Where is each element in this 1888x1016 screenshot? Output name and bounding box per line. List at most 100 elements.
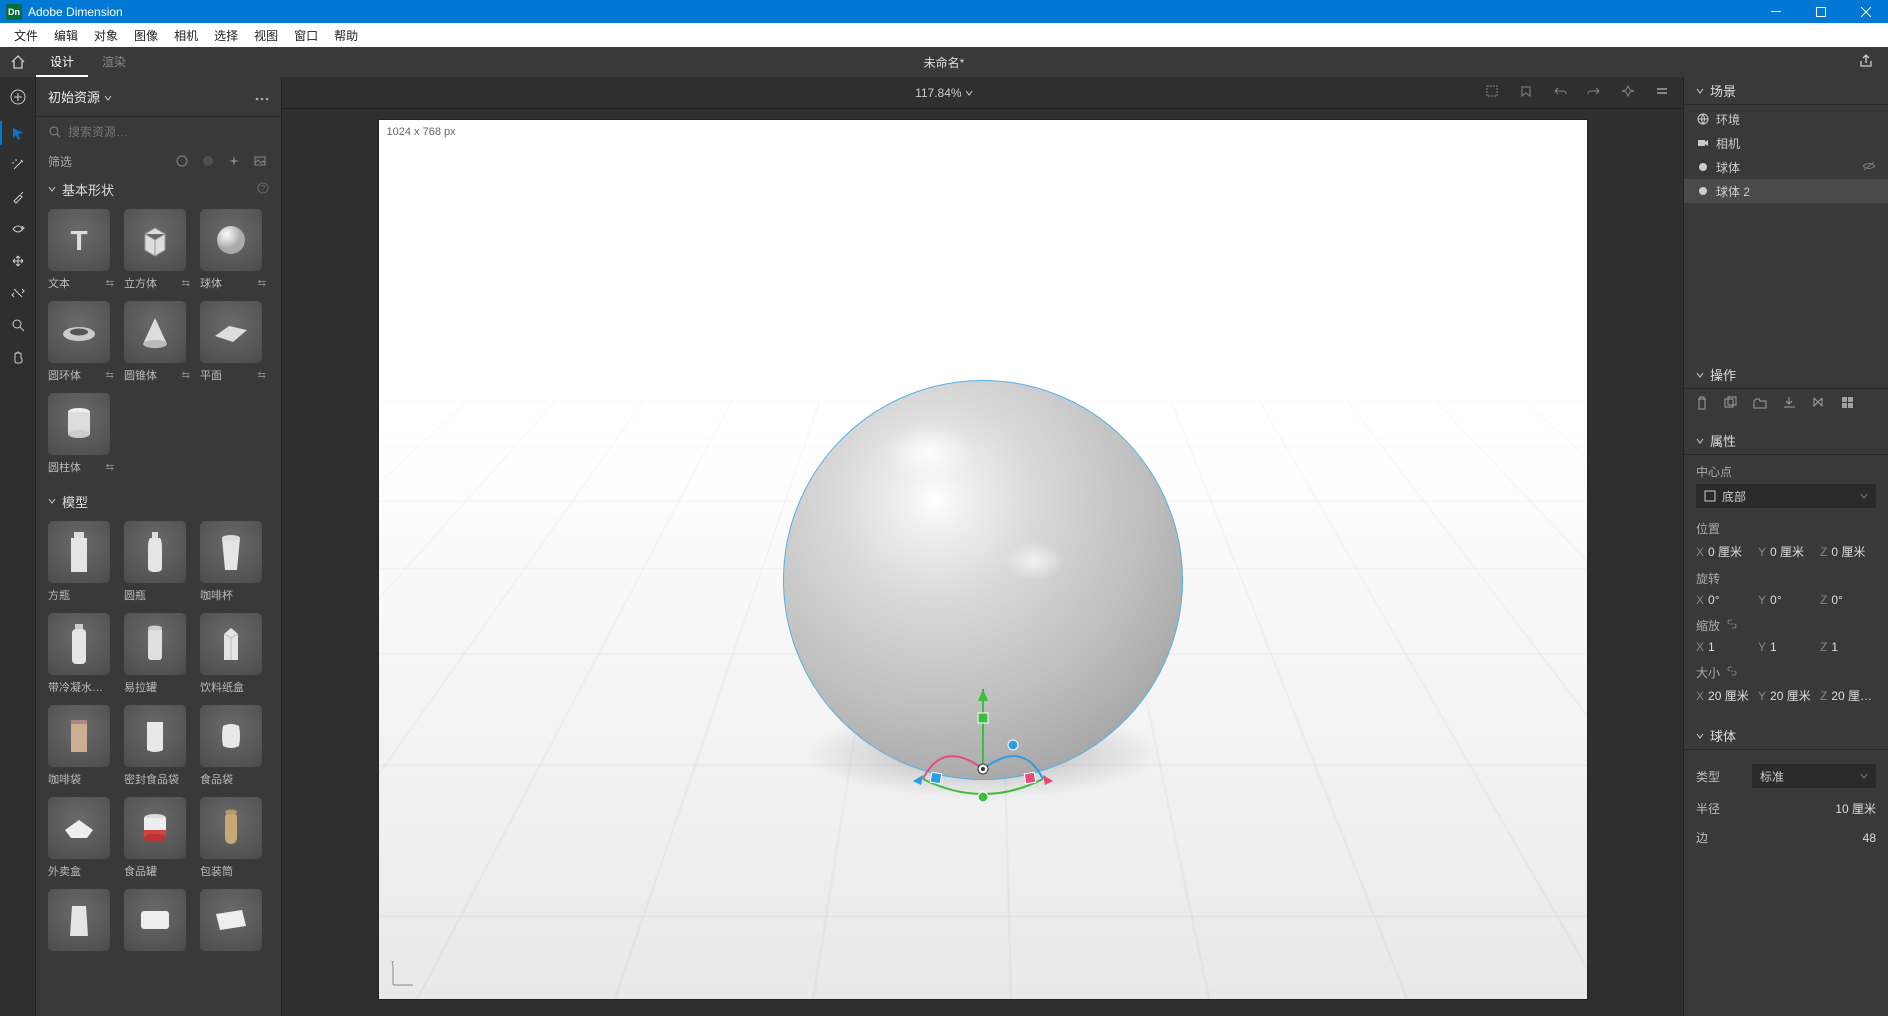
menu-edit[interactable]: 编辑 bbox=[46, 27, 86, 44]
menu-help[interactable]: 帮助 bbox=[326, 27, 366, 44]
type-select[interactable]: 标准 bbox=[1752, 764, 1876, 788]
canvas-size-icon[interactable] bbox=[1485, 84, 1499, 101]
dolly-tool[interactable] bbox=[0, 277, 36, 309]
scale-z[interactable]: Z1 bbox=[1820, 640, 1876, 654]
asset-cube[interactable]: 立方体⇆ bbox=[124, 209, 190, 291]
canvas[interactable]: 1024 x 768 px bbox=[378, 119, 1588, 1000]
rotation-y[interactable]: Y0° bbox=[1758, 593, 1814, 607]
redo-icon[interactable] bbox=[1587, 84, 1601, 101]
delete-icon[interactable] bbox=[1696, 396, 1708, 413]
scene-item-sphere-2[interactable]: 球体 2 bbox=[1684, 179, 1888, 203]
asset-sphere[interactable]: 球体⇆ bbox=[200, 209, 266, 291]
position-y[interactable]: Y0 厘米 bbox=[1758, 543, 1814, 560]
asset-cone[interactable]: 圆锥体⇆ bbox=[124, 301, 190, 383]
undo-icon[interactable] bbox=[1553, 84, 1567, 101]
filter-lights-icon[interactable] bbox=[225, 152, 243, 170]
asset-cylinder[interactable]: 圆柱体⇆ bbox=[48, 393, 114, 475]
menu-window[interactable]: 窗口 bbox=[286, 27, 326, 44]
menu-select[interactable]: 选择 bbox=[206, 27, 246, 44]
section-basic-shapes[interactable]: 基本形状 ? bbox=[36, 175, 281, 203]
asset-text[interactable]: T文本⇆ bbox=[48, 209, 114, 291]
tab-render[interactable]: 渲染 bbox=[88, 47, 140, 77]
asset-plane[interactable]: 平面⇆ bbox=[200, 301, 266, 383]
actions-panel-header[interactable]: 操作 bbox=[1684, 361, 1888, 389]
assets-menu-icon[interactable] bbox=[255, 90, 269, 104]
assets-source-dropdown[interactable]: 初始资源 bbox=[48, 87, 255, 106]
sampler-tool[interactable] bbox=[0, 181, 36, 213]
menu-file[interactable]: 文件 bbox=[6, 27, 46, 44]
size-x[interactable]: X20 厘米 bbox=[1696, 687, 1752, 704]
filter-models-icon[interactable] bbox=[199, 152, 217, 170]
maximize-button[interactable] bbox=[1798, 0, 1843, 23]
render-settings-icon[interactable] bbox=[1655, 84, 1669, 101]
filter-materials-icon[interactable] bbox=[173, 152, 191, 170]
asset-torus[interactable]: 圆环体⇆ bbox=[48, 301, 114, 383]
asset-sealed-bag[interactable]: 密封食品袋 bbox=[124, 705, 190, 787]
properties-panel-header[interactable]: 属性 bbox=[1684, 427, 1888, 455]
asset-takeout-box[interactable]: 外卖盒 bbox=[48, 797, 114, 879]
asset-extra-2[interactable] bbox=[124, 889, 190, 951]
asset-extra-1[interactable] bbox=[48, 889, 114, 951]
scene-item-environment[interactable]: 环境 bbox=[1684, 107, 1888, 131]
minimize-button[interactable] bbox=[1753, 0, 1798, 23]
move-to-ground-icon[interactable] bbox=[1812, 396, 1825, 412]
sphere-section-header[interactable]: 球体 bbox=[1684, 722, 1888, 750]
scene-item-sphere-1[interactable]: 球体 bbox=[1684, 155, 1888, 179]
render-preview-icon[interactable] bbox=[1621, 84, 1635, 101]
position-x[interactable]: X0 厘米 bbox=[1696, 543, 1752, 560]
position-z[interactable]: Z0 厘米 bbox=[1820, 543, 1876, 560]
rotation-x[interactable]: X0° bbox=[1696, 593, 1752, 607]
asset-cold-bottle[interactable]: 带冷凝水… bbox=[48, 613, 114, 695]
scene-item-camera[interactable]: 相机 bbox=[1684, 131, 1888, 155]
asset-round-bottle[interactable]: 圆瓶 bbox=[124, 521, 190, 603]
asset-carton[interactable]: 饮料纸盒 bbox=[200, 613, 266, 695]
menu-image[interactable]: 图像 bbox=[126, 27, 166, 44]
svg-text:Y: Y bbox=[390, 961, 396, 967]
home-button[interactable] bbox=[0, 47, 36, 77]
asset-food-can[interactable]: 食品罐 bbox=[124, 797, 190, 879]
asset-square-bottle[interactable]: 方瓶 bbox=[48, 521, 114, 603]
link-scale-icon[interactable] bbox=[1726, 618, 1738, 633]
asset-extra-3[interactable] bbox=[200, 889, 266, 951]
group-icon[interactable] bbox=[1753, 397, 1767, 412]
radius-value[interactable]: 10 厘米 bbox=[1726, 800, 1876, 817]
menu-view[interactable]: 视图 bbox=[246, 27, 286, 44]
menu-object[interactable]: 对象 bbox=[86, 27, 126, 44]
share-icon[interactable] bbox=[1858, 58, 1874, 72]
tab-design[interactable]: 设计 bbox=[36, 47, 88, 77]
magic-wand-tool[interactable] bbox=[0, 149, 36, 181]
asset-food-bag[interactable]: 食品袋 bbox=[200, 705, 266, 787]
scene-panel-header[interactable]: 场景 bbox=[1684, 77, 1888, 105]
rotation-z[interactable]: Z0° bbox=[1820, 593, 1876, 607]
asset-coffee-bag[interactable]: 咖啡袋 bbox=[48, 705, 114, 787]
add-content-button[interactable] bbox=[0, 77, 36, 117]
orbit-tool[interactable] bbox=[0, 213, 36, 245]
close-button[interactable] bbox=[1843, 0, 1888, 23]
select-tool[interactable] bbox=[0, 117, 36, 149]
section-models[interactable]: 模型 bbox=[36, 487, 281, 515]
help-icon[interactable]: ? bbox=[257, 182, 269, 197]
link-size-icon[interactable] bbox=[1726, 665, 1738, 680]
transform-gizmo[interactable] bbox=[893, 669, 1073, 809]
search-input[interactable] bbox=[68, 125, 269, 139]
size-y[interactable]: Y20 厘米 bbox=[1758, 687, 1814, 704]
size-z[interactable]: Z20 厘… bbox=[1820, 687, 1876, 704]
hand-tool[interactable] bbox=[0, 341, 36, 373]
align-to-ground-icon[interactable] bbox=[1783, 396, 1796, 412]
visibility-icon[interactable] bbox=[1862, 160, 1876, 174]
segments-value[interactable]: 48 bbox=[1714, 831, 1876, 845]
duplicate-icon[interactable] bbox=[1724, 396, 1737, 412]
zoom-display[interactable]: 117.84% bbox=[915, 86, 973, 100]
pan-tool[interactable] bbox=[0, 245, 36, 277]
filter-images-icon[interactable] bbox=[251, 152, 269, 170]
asset-coffee-cup[interactable]: 咖啡杯 bbox=[200, 521, 266, 603]
scale-y[interactable]: Y1 bbox=[1758, 640, 1814, 654]
pivot-select[interactable]: 底部 bbox=[1696, 484, 1876, 508]
asset-can[interactable]: 易拉罐 bbox=[124, 613, 190, 695]
zoom-tool[interactable] bbox=[0, 309, 36, 341]
camera-bookmark-icon[interactable] bbox=[1519, 84, 1533, 101]
more-actions-icon[interactable] bbox=[1841, 396, 1854, 412]
scale-x[interactable]: X1 bbox=[1696, 640, 1752, 654]
menu-camera[interactable]: 相机 bbox=[166, 27, 206, 44]
asset-tube[interactable]: 包装筒 bbox=[200, 797, 266, 879]
